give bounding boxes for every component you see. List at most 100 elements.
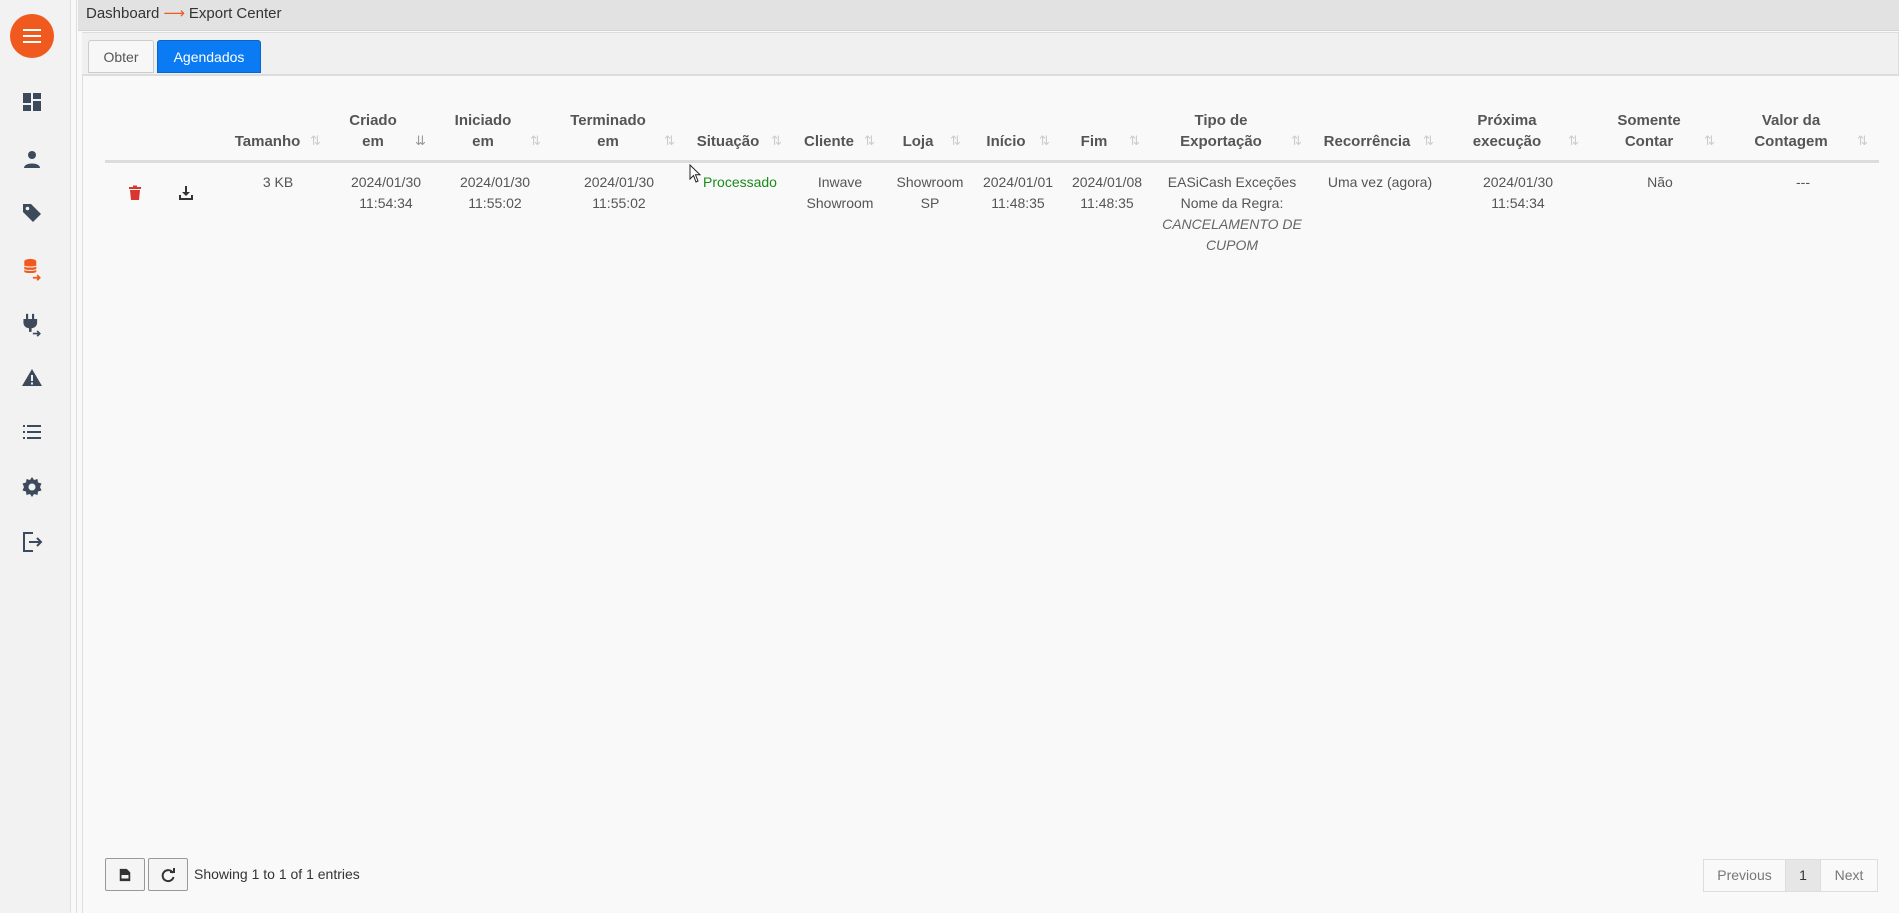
sort-icon[interactable]: ⇅ <box>1129 133 1143 151</box>
breadcrumb: Dashboard ⟶ Export Center <box>78 0 1899 31</box>
sort-icon[interactable]: ⇅ <box>1857 133 1871 151</box>
sidebar <box>0 0 71 913</box>
breadcrumb-arrow: ⟶ <box>163 5 185 22</box>
breadcrumb-root[interactable]: Dashboard <box>86 5 159 22</box>
cell-somente: Não <box>1647 174 1673 190</box>
header-somente-1[interactable]: Somente <box>1610 110 1688 131</box>
sort-icon[interactable]: ⇅ <box>864 133 878 151</box>
menu-icon <box>23 29 41 43</box>
cell-criado-time: 11:54:34 <box>359 195 413 211</box>
cell-iniciado-date: 2024/01/30 <box>459 174 531 190</box>
tag-icon <box>23 204 41 222</box>
cell-valor: --- <box>1796 174 1810 190</box>
header-recorrencia[interactable]: Recorrência <box>1320 131 1414 152</box>
sidebar-item-lists[interactable] <box>17 417 47 447</box>
database-export-icon <box>23 258 41 281</box>
delete-button[interactable] <box>125 183 145 203</box>
header-terminado-1[interactable]: Terminado <box>563 110 653 131</box>
header-valor-2[interactable]: Contagem <box>1748 131 1834 152</box>
user-icon <box>24 151 40 168</box>
sort-icon[interactable]: ⇅ <box>950 133 964 151</box>
plug-icon <box>23 313 41 337</box>
tab-agendados[interactable]: Agendados <box>157 40 261 73</box>
header-tipo-2[interactable]: Exportação <box>1163 131 1279 152</box>
cell-tipo-2: Nome da Regra: <box>1180 195 1284 211</box>
cell-loja-1: Showroom <box>896 174 964 190</box>
cell-terminado-time: 11:55:02 <box>592 195 646 211</box>
refresh-button[interactable] <box>148 858 188 891</box>
refresh-icon <box>161 867 175 882</box>
header-cliente[interactable]: Cliente <box>800 131 858 152</box>
list-icon <box>23 425 41 439</box>
sidebar-item-logout[interactable] <box>17 527 47 557</box>
download-icon <box>179 186 193 200</box>
gear-icon <box>22 477 42 497</box>
export-csv-button[interactable] <box>105 858 145 891</box>
cell-cliente-2: Showroom <box>806 195 874 211</box>
cell-tipo-4: CUPOM <box>1205 237 1259 253</box>
cell-loja-2: SP <box>920 195 940 211</box>
header-somente-2[interactable]: Contar <box>1610 131 1688 152</box>
header-situacao[interactable]: Situação <box>692 131 764 152</box>
header-tipo-1[interactable]: Tipo de <box>1163 110 1279 131</box>
cell-fim-time: 11:48:35 <box>1080 195 1134 211</box>
cell-criado-date: 2024/01/30 <box>350 174 422 190</box>
sidebar-item-integrations[interactable] <box>17 310 47 340</box>
sort-icon[interactable]: ⇅ <box>1039 133 1053 151</box>
cell-tipo-1: EASiCash Exceções <box>1167 174 1297 190</box>
trash-icon <box>129 185 141 200</box>
cell-iniciado-time: 11:55:02 <box>468 195 522 211</box>
cell-fim-date: 2024/01/08 <box>1071 174 1143 190</box>
cell-terminado-date: 2024/01/30 <box>583 174 655 190</box>
header-terminado-2[interactable]: em <box>563 131 653 152</box>
header-proxima-2[interactable]: execução <box>1470 131 1544 152</box>
sort-icon[interactable]: ⇅ <box>310 133 324 151</box>
header-iniciado-2[interactable]: em <box>444 131 522 152</box>
sort-icon[interactable]: ⇅ <box>1704 133 1718 151</box>
header-criado-1[interactable]: Criado <box>338 110 408 131</box>
sort-icon[interactable]: ⇅ <box>1423 133 1437 151</box>
pagination-previous[interactable]: Previous <box>1703 859 1786 892</box>
breadcrumb-current: Export Center <box>188 5 282 22</box>
menu-button[interactable] <box>10 14 54 58</box>
pagination-next[interactable]: Next <box>1820 859 1878 892</box>
dashboard-icon <box>23 93 41 111</box>
tab-obter[interactable]: Obter <box>88 40 154 73</box>
cell-recorrencia: Uma vez (agora) <box>1327 174 1433 190</box>
sidebar-item-users[interactable] <box>17 145 47 175</box>
sort-icon[interactable]: ⇅ <box>1291 133 1305 151</box>
sort-icon[interactable]: ⇅ <box>664 133 678 151</box>
header-valor-1[interactable]: Valor da <box>1748 110 1834 131</box>
cell-proxima-time: 11:54:34 <box>1491 195 1545 211</box>
tab-bar <box>82 32 1899 76</box>
pagination-page-1[interactable]: 1 <box>1785 859 1821 892</box>
sort-desc-icon[interactable]: ⇊ <box>415 133 429 151</box>
sidebar-item-export[interactable] <box>17 255 47 285</box>
warning-icon <box>22 369 42 386</box>
header-inicio[interactable]: Início <box>982 131 1030 152</box>
cell-inicio-time: 11:48:35 <box>991 195 1045 211</box>
sidebar-item-settings[interactable] <box>17 472 47 502</box>
mouse-cursor-icon <box>689 164 702 183</box>
cell-cliente-1: Inwave <box>817 174 863 190</box>
header-criado-2[interactable]: em <box>338 131 408 152</box>
download-button[interactable] <box>176 183 196 203</box>
csv-file-icon <box>119 868 131 881</box>
sort-icon[interactable]: ⇅ <box>771 133 785 151</box>
cell-proxima-date: 2024/01/30 <box>1482 174 1554 190</box>
header-proxima-1[interactable]: Próxima <box>1470 110 1544 131</box>
header-tamanho[interactable]: Tamanho <box>230 131 305 152</box>
entries-info: Showing 1 to 1 of 1 entries <box>194 866 360 882</box>
cell-tamanho: 3 KB <box>262 174 294 190</box>
sidebar-item-alerts[interactable] <box>17 363 47 393</box>
sidebar-item-tags[interactable] <box>17 198 47 228</box>
header-iniciado-1[interactable]: Iniciado <box>444 110 522 131</box>
cell-tipo-3: CANCELAMENTO DE <box>1162 216 1302 232</box>
header-fim[interactable]: Fim <box>1074 131 1114 152</box>
sort-icon[interactable]: ⇅ <box>530 133 544 151</box>
header-divider <box>105 160 1879 163</box>
sort-icon[interactable]: ⇅ <box>1568 133 1582 151</box>
sidebar-item-dashboard[interactable] <box>17 87 47 117</box>
header-loja[interactable]: Loja <box>898 131 938 152</box>
status-badge: Processado <box>703 174 777 190</box>
